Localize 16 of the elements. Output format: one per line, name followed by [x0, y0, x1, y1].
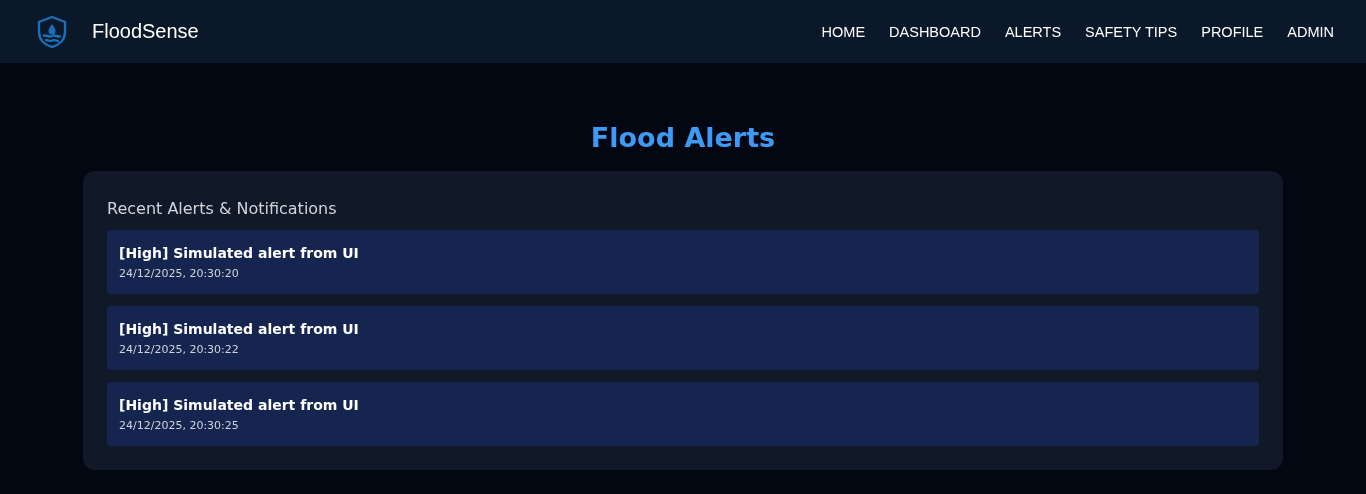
- alert-time: 24/12/2025, 20:30:22: [119, 342, 240, 357]
- nav-link[interactable]: PROFILE: [1189, 19, 1276, 44]
- panel-heading: Recent Alerts & Notifications: [107, 198, 338, 220]
- nav-link[interactable]: HOME: [809, 19, 878, 44]
- alert-title: [High] Simulated alert from UI: [119, 396, 360, 415]
- page-title: Flood Alerts: [590, 121, 776, 155]
- nav-link[interactable]: ALERTS: [992, 19, 1074, 44]
- alert-time: 24/12/2025, 20:30:25: [119, 418, 240, 433]
- alert-title: [High] Simulated alert from UI: [119, 320, 360, 339]
- nav-link[interactable]: SAFETY TIPS: [1073, 19, 1190, 44]
- shield-water-icon: [36, 14, 68, 49]
- alert-title: [High] Simulated alert from UI: [119, 244, 360, 263]
- brand-name: FloodSense: [92, 20, 199, 43]
- nav-link[interactable]: ADMIN: [1275, 19, 1346, 44]
- nav-link[interactable]: DASHBOARD: [877, 19, 993, 44]
- alert-time: 24/12/2025, 20:30:20: [119, 266, 240, 281]
